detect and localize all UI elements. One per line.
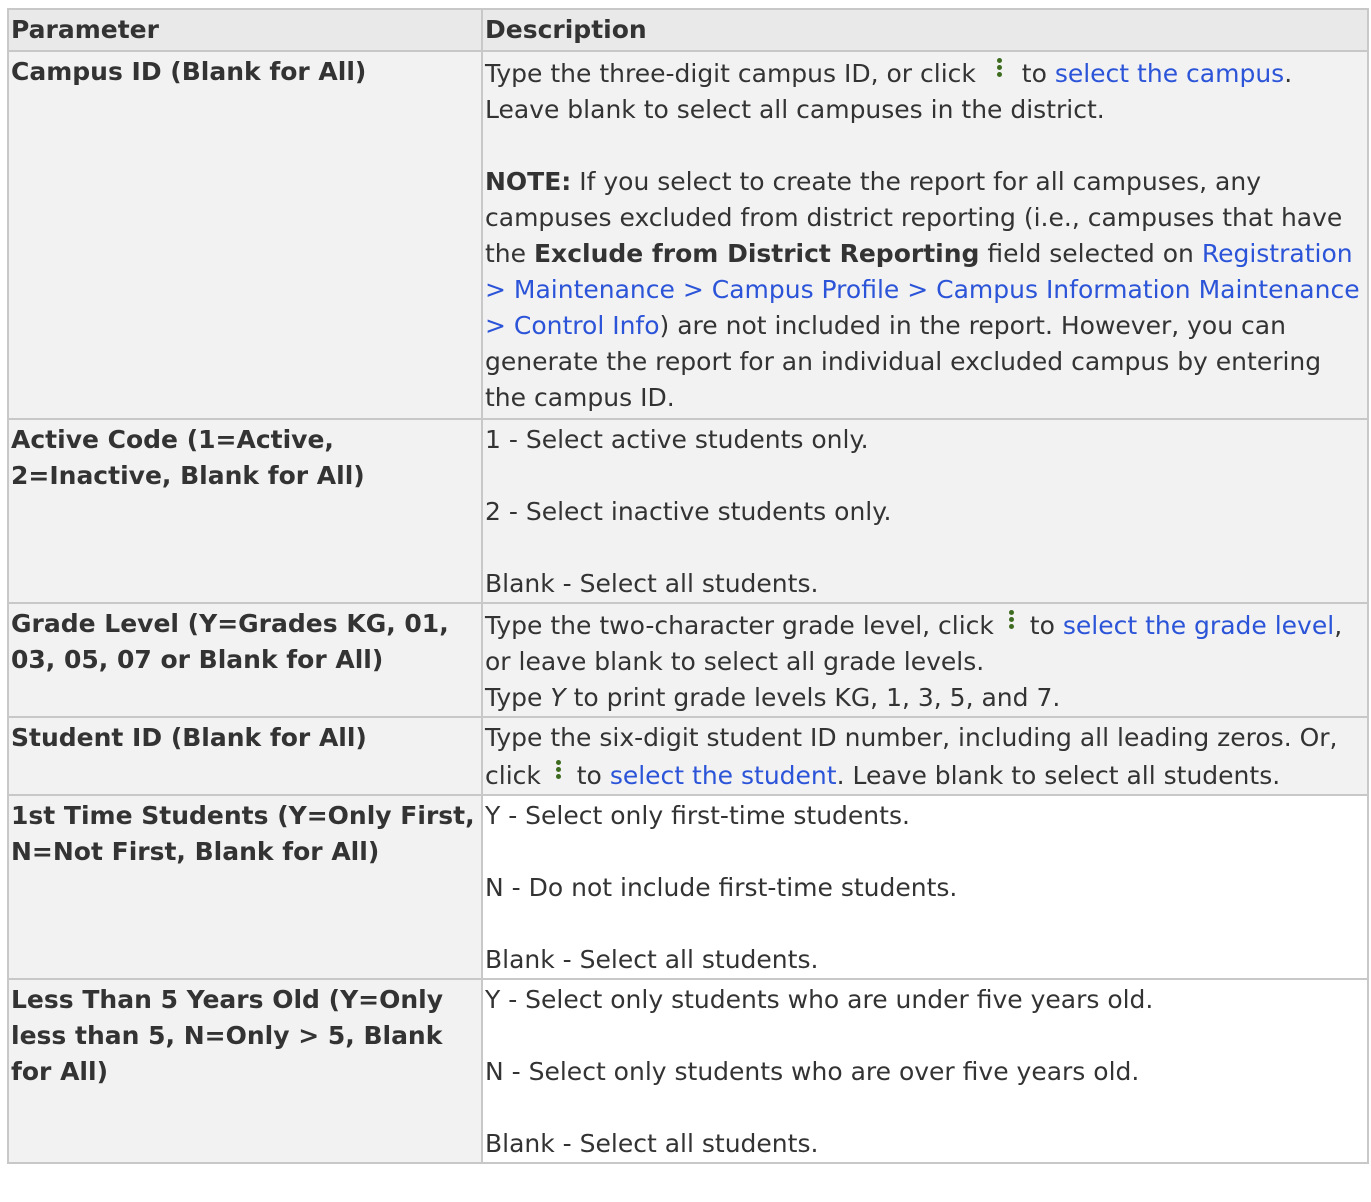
desc-under-five: Y - Select only students who are under f…: [481, 978, 1369, 1164]
table-row-under-five: Less Than 5 Years Old (Y=Only less than …: [7, 978, 1369, 1164]
option-line: 1 - Select active students only.: [485, 425, 869, 454]
table-row-student-id: Student ID (Blank for All) Type the six-…: [7, 716, 1369, 796]
select-student-link[interactable]: select the student: [610, 761, 837, 790]
table-row-grade-level: Grade Level (Y=Grades KG, 01, 03, 05, 07…: [7, 602, 1369, 718]
desc-paragraph: Type the three-digit campus ID, or click…: [485, 54, 1367, 128]
desc-emphasis: Y: [550, 683, 566, 712]
note-field-name: Exclude from District Reporting: [533, 239, 980, 268]
option-line: 2 - Select inactive students only.: [485, 497, 892, 526]
note-paragraph: NOTE: If you select to create the report…: [485, 164, 1367, 416]
table-row-first-time: 1st Time Students (Y=Only First, N=Not F…: [7, 794, 1369, 980]
header-parameter: Parameter: [7, 8, 483, 52]
desc-text: to: [1021, 611, 1063, 640]
note-label: NOTE:: [485, 167, 572, 196]
select-grade-level-link[interactable]: select the grade level: [1063, 611, 1334, 640]
desc-text: . Leave blank to select all students.: [836, 761, 1281, 790]
table-row-campus-id: Campus ID (Blank for All) Type the three…: [7, 50, 1369, 420]
select-campus-link[interactable]: select the campus: [1055, 59, 1284, 88]
desc-first-time: Y - Select only first-time students. N -…: [481, 794, 1369, 980]
table-header-row: Parameter Description: [7, 8, 1369, 52]
param-grade-level: Grade Level (Y=Grades KG, 01, 03, 05, 07…: [7, 602, 483, 718]
desc-active-code: 1 - Select active students only. 2 - Sel…: [481, 418, 1369, 604]
desc-text: to: [568, 761, 610, 790]
desc-text: Type: [485, 683, 551, 712]
table-row-active-code: Active Code (1=Active, 2=Inactive, Blank…: [7, 418, 1369, 604]
option-line: Y - Select only first-time students.: [485, 801, 910, 830]
option-line: N - Do not include first-time students.: [485, 873, 958, 902]
desc-grade-level: Type the two-character grade level, clic…: [481, 602, 1369, 718]
vertical-ellipsis-icon[interactable]: [1002, 606, 1022, 636]
param-under-five: Less Than 5 Years Old (Y=Only less than …: [7, 978, 483, 1164]
vertical-ellipsis-icon[interactable]: [984, 54, 1014, 84]
desc-text: Type the two-character grade level, clic…: [485, 611, 1002, 640]
parameters-table: Parameter Description Campus ID (Blank f…: [7, 8, 1369, 1164]
option-line: Y - Select only students who are under f…: [485, 985, 1154, 1014]
header-description: Description: [481, 8, 1369, 52]
param-active-code: Active Code (1=Active, 2=Inactive, Blank…: [7, 418, 483, 604]
desc-paragraph: Type Y to print grade levels KG, 1, 3, 5…: [485, 680, 1367, 716]
param-first-time: 1st Time Students (Y=Only First, N=Not F…: [7, 794, 483, 980]
desc-student-id: Type the six-digit student ID number, in…: [481, 716, 1369, 796]
desc-campus-id: Type the three-digit campus ID, or click…: [481, 50, 1369, 420]
desc-text: to: [1013, 59, 1055, 88]
option-line: Blank - Select all students.: [485, 569, 819, 598]
desc-text: Type the three-digit campus ID, or click: [485, 59, 984, 88]
option-line: N - Select only students who are over fi…: [485, 1057, 1140, 1086]
option-line: Blank - Select all students.: [485, 1129, 819, 1158]
note-text: field selected on: [979, 239, 1202, 268]
param-student-id: Student ID (Blank for All): [7, 716, 483, 796]
vertical-ellipsis-icon[interactable]: [549, 756, 569, 786]
param-campus-id: Campus ID (Blank for All): [7, 50, 483, 420]
option-line: Blank - Select all students.: [485, 945, 819, 974]
desc-text: to print grade levels KG, 1, 3, 5, and 7…: [565, 683, 1061, 712]
desc-paragraph: Type the six-digit student ID number, in…: [485, 720, 1367, 794]
desc-paragraph: Type the two-character grade level, clic…: [485, 606, 1367, 680]
